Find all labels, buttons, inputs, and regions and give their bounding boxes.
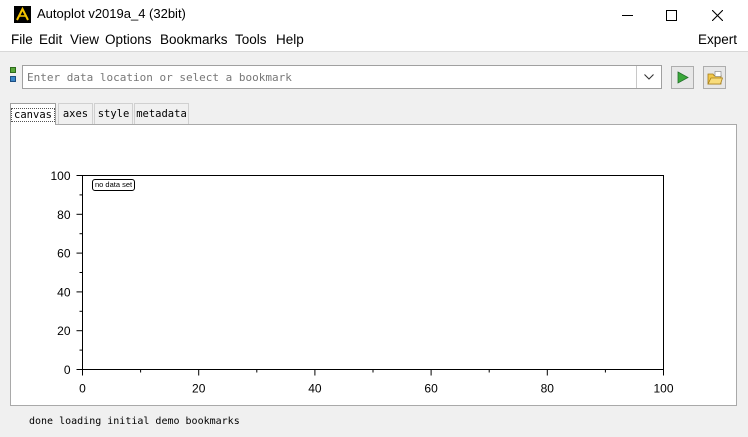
x-tick-label: 20 (192, 382, 206, 396)
status-text: done loading initial demo bookmarks (29, 416, 240, 427)
y-tick-label: 20 (57, 324, 71, 338)
x-axis: 0 20 40 60 80 100 (79, 369, 674, 396)
no-data-message: no data set (92, 179, 136, 191)
y-tick-label: 40 (57, 285, 71, 299)
y-tick-label: 60 (57, 247, 71, 261)
y-tick-label: 0 (64, 363, 71, 377)
y-tick-label: 100 (50, 169, 70, 183)
x-tick-label: 60 (424, 382, 438, 396)
tab-canvas-label: canvas (11, 107, 55, 122)
y-axis: 0 20 40 60 80 100 (50, 169, 83, 377)
x-tick-label: 40 (308, 382, 322, 396)
tab-canvas[interactable]: canvas (10, 103, 56, 125)
y-tick-label: 80 (57, 208, 71, 222)
plot-frame (82, 175, 664, 370)
x-tick-label: 80 (541, 382, 555, 396)
x-tick-label: 100 (653, 382, 673, 396)
x-tick-label: 0 (79, 382, 86, 396)
plot-area[interactable]: 0 20 40 60 80 100 0 20 40 60 80 100 (0, 0, 748, 437)
